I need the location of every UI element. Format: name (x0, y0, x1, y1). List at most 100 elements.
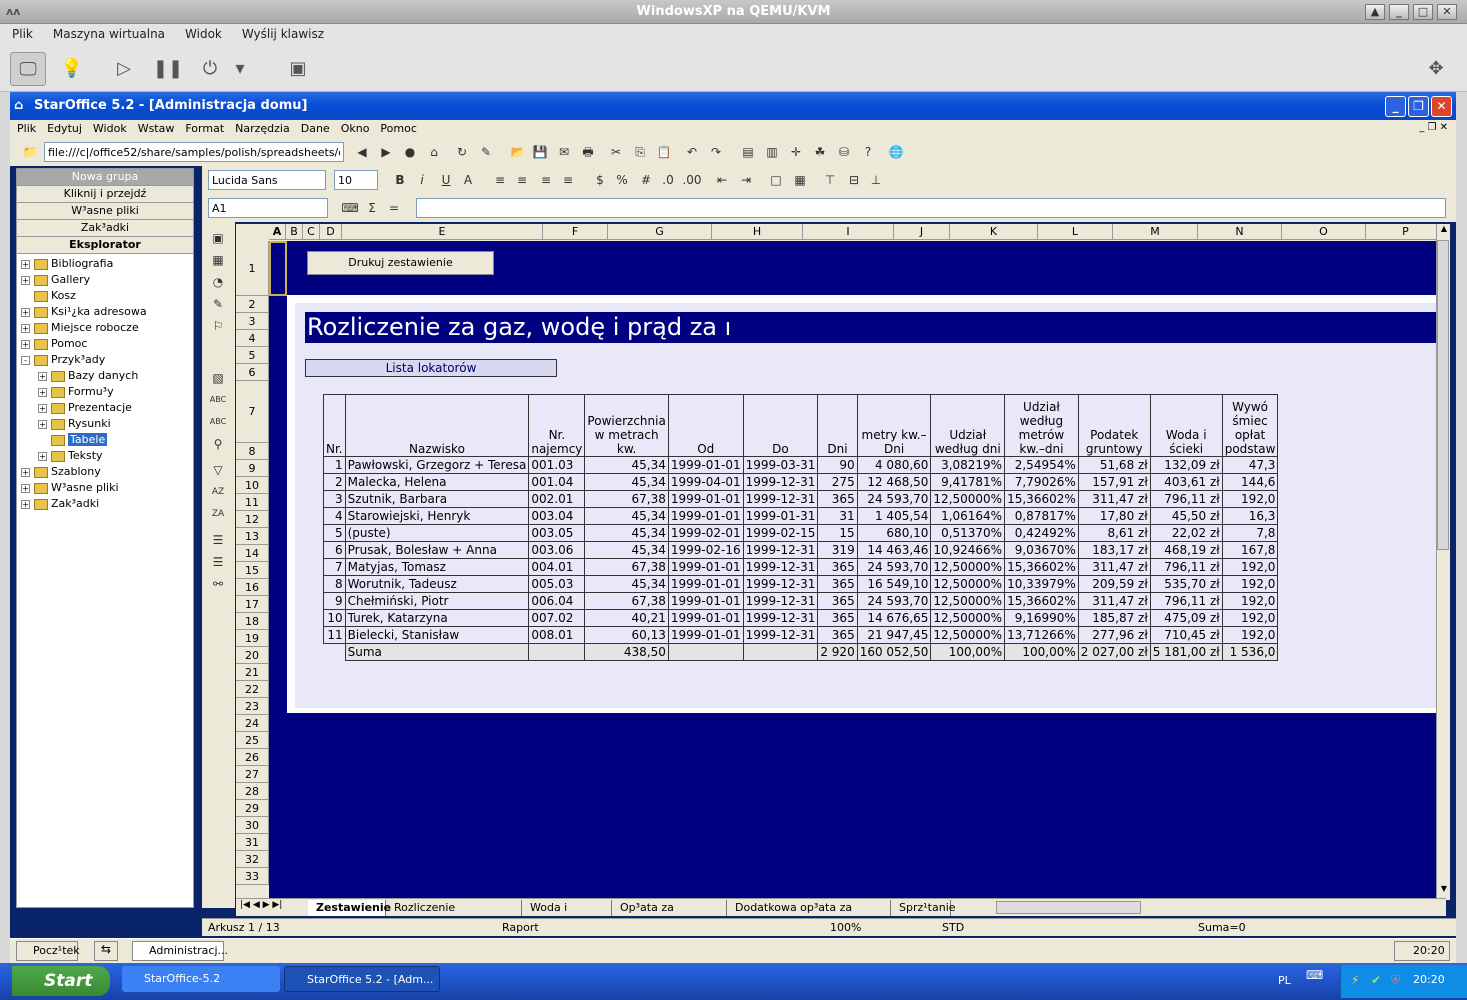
table-cell[interactable]: 311,47 zł (1077, 490, 1151, 508)
row-header[interactable]: 14 (236, 545, 269, 562)
table-cell[interactable]: 001.04 (528, 473, 586, 491)
table-cell[interactable]: 1999-01-01 (667, 490, 744, 508)
navigator-icon[interactable]: ▤ (738, 142, 758, 162)
autospell-icon[interactable]: ABC (208, 412, 228, 432)
table-cell[interactable]: 192,0 (1221, 626, 1279, 644)
table-cell[interactable]: Turek, Katarzyna (344, 609, 530, 627)
row-header[interactable]: 5 (236, 347, 269, 364)
doc-window-controls[interactable]: _ ❐ ✕ (1412, 120, 1452, 133)
table-cell[interactable]: 7,8 (1221, 524, 1279, 542)
table-cell[interactable]: 277,96 zł (1077, 626, 1151, 644)
snapshot-icon[interactable]: ▣ (280, 52, 316, 86)
url-input[interactable] (44, 142, 344, 162)
table-cell[interactable]: 67,38 (584, 558, 669, 576)
tree-item[interactable]: + Gallery (21, 272, 193, 288)
table-cell[interactable]: (puste) (344, 524, 530, 542)
table-cell[interactable]: 45,50 zł (1149, 507, 1223, 525)
row-header[interactable]: 2 (236, 296, 269, 313)
percent-icon[interactable]: % (612, 170, 632, 190)
table-cell[interactable]: Chełmiński, Piotr (344, 592, 530, 610)
font-name-select[interactable] (208, 170, 326, 190)
task-staroffice-app[interactable]: StarOffice 5.2 - [Adm... (284, 966, 440, 992)
sum-cell[interactable]: 160 052,50 (856, 643, 932, 661)
table-cell[interactable]: 31 (817, 507, 858, 525)
column-title[interactable]: Powierzchnia w metrach kw. (584, 394, 669, 457)
cell-reference-input[interactable] (208, 198, 328, 218)
table-cell[interactable]: 192,0 (1221, 592, 1279, 610)
table-cell[interactable]: 12,50000% (930, 490, 1006, 508)
table-cell[interactable]: 2 (323, 473, 346, 491)
menu-edytuj[interactable]: Edytuj (40, 120, 86, 135)
table-cell[interactable]: Worutnik, Tadeusz (344, 575, 530, 593)
delete-rows-icon[interactable]: ☰ (208, 552, 228, 572)
table-cell[interactable]: 275 (817, 473, 858, 491)
table-cell[interactable]: 3,08219% (930, 456, 1006, 474)
expand-icon[interactable]: + (21, 499, 30, 509)
tree-item[interactable]: + Rysunki (21, 416, 193, 432)
borders-icon[interactable]: □ (766, 170, 786, 190)
add-decimal-icon[interactable]: .0 (658, 170, 678, 190)
help-icon[interactable]: ? (858, 142, 878, 162)
tree-item[interactable]: + Miejsce robocze (21, 320, 193, 336)
column-title[interactable]: Nr. najemcy (528, 394, 586, 457)
menu-pomoc[interactable]: Pomoc (373, 120, 420, 135)
table-cell[interactable]: 008.01 (528, 626, 586, 644)
underline-icon[interactable]: U (436, 170, 456, 190)
table-cell[interactable]: 12,50000% (930, 626, 1006, 644)
table-cell[interactable]: 5 (323, 524, 346, 542)
table-cell[interactable]: 1999-01-01 (667, 626, 744, 644)
column-header[interactable]: M (1113, 224, 1198, 240)
table-cell[interactable]: 8 (323, 575, 346, 593)
number-format-icon[interactable]: # (636, 170, 656, 190)
row-header[interactable]: 6 (236, 364, 269, 381)
table-cell[interactable]: 40,21 (584, 609, 669, 627)
table-cell[interactable]: 1999-12-31 (742, 473, 819, 491)
table-cell[interactable]: Matyjas, Tomasz (344, 558, 530, 576)
table-cell[interactable]: 15,36602% (1004, 592, 1079, 610)
table-cell[interactable]: 67,38 (584, 592, 669, 610)
table-cell[interactable]: 1999-01-31 (742, 507, 819, 525)
table-cell[interactable]: 365 (817, 626, 858, 644)
sort-ascending-icon[interactable]: AZ (208, 482, 228, 502)
sum-cell[interactable]: 5 181,00 zł (1149, 643, 1223, 661)
table-cell[interactable]: 680,10 (856, 524, 932, 542)
autofilter-icon[interactable]: ▽ (208, 460, 228, 480)
expand-icon[interactable]: + (38, 419, 47, 429)
table-cell[interactable]: 468,19 zł (1149, 541, 1223, 559)
table-cell[interactable]: 7 (323, 558, 346, 576)
table-cell[interactable]: 192,0 (1221, 575, 1279, 593)
gallery-icon[interactable]: ☘ (810, 142, 830, 162)
globe-icon[interactable]: 🌐 (886, 142, 906, 162)
table-cell[interactable]: Prusak, Bolesław + Anna (344, 541, 530, 559)
group-button-myfiles[interactable]: W³asne pliki (17, 203, 193, 220)
row-header[interactable]: 15 (236, 562, 269, 579)
print-summary-button[interactable]: Drukuj zestawienie (307, 251, 494, 275)
group-button-bookmarks[interactable]: Zak³adki (17, 220, 193, 237)
collapse-icon[interactable]: - (21, 355, 30, 365)
host-close-button[interactable]: ✕ (1437, 4, 1457, 20)
scroll-up-icon[interactable]: ▲ (1437, 224, 1451, 238)
table-cell[interactable]: 60,13 (584, 626, 669, 644)
table-cell[interactable]: 365 (817, 490, 858, 508)
row-header[interactable]: 19 (236, 630, 269, 647)
menu-wstaw[interactable]: Wstaw (131, 120, 179, 135)
sum-cell[interactable] (324, 644, 346, 661)
column-title[interactable]: Od (667, 394, 744, 457)
row-header[interactable]: 24 (236, 715, 269, 732)
table-cell[interactable]: 192,0 (1221, 609, 1279, 627)
table-cell[interactable]: 2,54954% (1004, 456, 1079, 474)
table-cell[interactable]: 185,87 zł (1077, 609, 1151, 627)
pause-icon[interactable]: ❚❚ (150, 52, 186, 86)
table-cell[interactable]: 365 (817, 558, 858, 576)
reload-icon[interactable]: ↻ (452, 142, 472, 162)
tree-item[interactable]: + Szablony (21, 464, 193, 480)
table-cell[interactable]: 1999-01-01 (667, 609, 744, 627)
group-button-click[interactable]: Kliknij i przejdź (17, 186, 193, 203)
column-header[interactable]: A (269, 224, 286, 240)
sheet-tab[interactable]: Rozliczenie pojedyncze (386, 900, 522, 929)
row-header[interactable]: 25 (236, 732, 269, 749)
table-cell[interactable]: 15,36602% (1004, 490, 1079, 508)
column-header[interactable]: N (1198, 224, 1282, 240)
row-header[interactable]: 31 (236, 834, 269, 851)
table-cell[interactable]: 4 080,60 (856, 456, 932, 474)
